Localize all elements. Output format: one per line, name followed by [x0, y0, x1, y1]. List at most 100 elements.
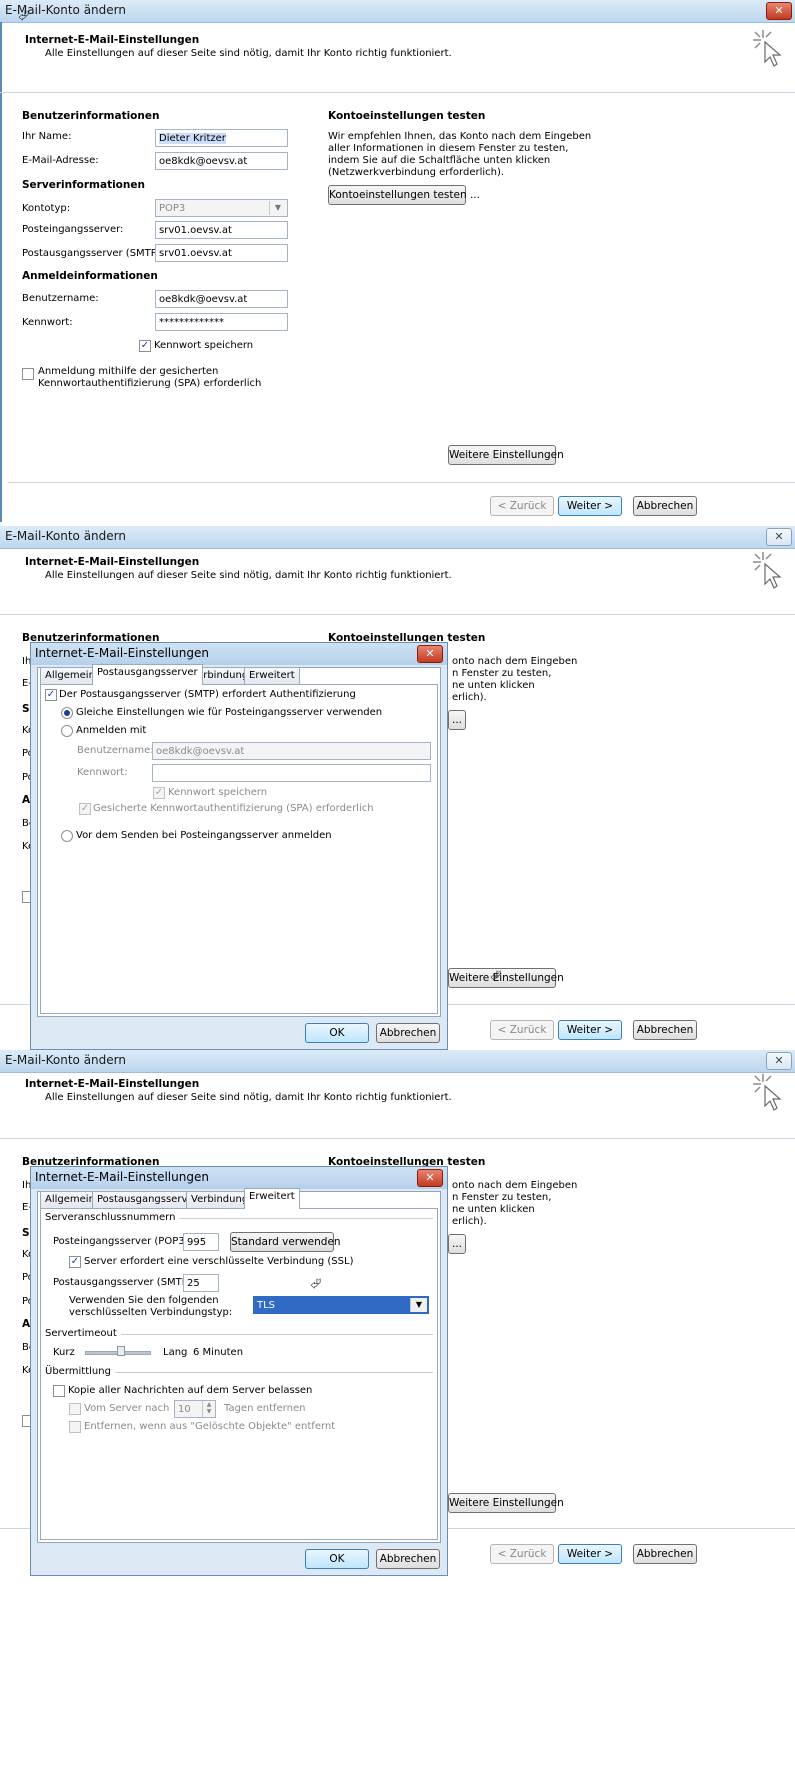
- test-description-3: ne unten klicken: [452, 680, 535, 691]
- back-button[interactable]: < Zurück: [490, 496, 554, 516]
- delivery-group-label: Übermittlung: [45, 1366, 115, 1377]
- timeout-group-label: Servertimeout: [45, 1328, 121, 1339]
- cancel-button[interactable]: Abbrechen: [633, 1020, 697, 1040]
- name-field[interactable]: Dieter Kritzer: [155, 129, 288, 147]
- remove-after-label: Vom Server nach: [84, 1403, 170, 1414]
- close-icon[interactable]: ✕: [766, 1052, 792, 1070]
- password-label: Kennwort:: [22, 317, 73, 328]
- server-info-heading: Serverinformationen: [22, 179, 145, 191]
- more-settings-button[interactable]: Weitere Einstellungen: [448, 968, 564, 988]
- encryption-type-select[interactable]: TLS ▼: [253, 1296, 429, 1314]
- cancel-button[interactable]: Abbrechen: [633, 1544, 697, 1564]
- dialog-body: Allgemein Postausgangsserver Verbindung …: [37, 664, 441, 1017]
- outgoing-remember-checkbox: ✓: [153, 787, 165, 799]
- more-settings-button[interactable]: Weitere Einstellungen: [448, 445, 564, 465]
- panel-account-settings: E-Mail-Konto ändern ✕ Internet-E-Mail-Ei…: [0, 0, 795, 524]
- back-button[interactable]: < Zurück: [490, 1544, 554, 1564]
- window-left-border: [0, 22, 2, 522]
- same-settings-radio[interactable]: [61, 707, 73, 719]
- cancel-button[interactable]: Abbrechen: [633, 496, 697, 516]
- page-subtitle: Alle Einstellungen auf dieser Seite sind…: [45, 48, 452, 59]
- outgoing-spa-label: Gesicherte Kennwortauthentifizierung (SP…: [93, 803, 374, 814]
- dialog-ok-button[interactable]: OK: [305, 1023, 369, 1043]
- outgoing-server-label: Postausgangsserver (SMTP):: [22, 248, 165, 259]
- dialog-title: Internet-E-Mail-Einstellungen: [35, 1170, 209, 1184]
- days-suffix-label: Tagen entfernen: [224, 1403, 306, 1414]
- login-with-label: Anmelden mit: [76, 725, 147, 736]
- incoming-server-field[interactable]: srv01.oevsv.at: [155, 221, 288, 239]
- email-field[interactable]: oe8kdk@oevsv.at: [155, 152, 288, 170]
- window-titlebar: E-Mail-Konto ändern ✕: [0, 526, 795, 549]
- requires-auth-checkbox[interactable]: ✓: [45, 689, 57, 701]
- encryption-label-line1: Verwenden Sie den folgenden: [69, 1295, 219, 1306]
- window-title: E-Mail-Konto ändern: [5, 529, 126, 543]
- window-title: E-Mail-Konto ändern: [5, 1053, 126, 1067]
- smtp-port-field[interactable]: 25: [183, 1274, 219, 1292]
- header-separator: [0, 92, 795, 93]
- days-value: 10: [178, 1404, 191, 1415]
- next-button[interactable]: Weiter >: [558, 1020, 622, 1040]
- account-type-label: Kontotyp:: [22, 203, 71, 214]
- dialog-cancel-button[interactable]: Abbrechen: [376, 1549, 440, 1569]
- timeout-slider-thumb[interactable]: [117, 1346, 125, 1356]
- next-button[interactable]: Weiter >: [558, 496, 622, 516]
- back-button[interactable]: < Zurück: [490, 1020, 554, 1040]
- close-icon[interactable]: ✕: [766, 528, 792, 546]
- tab-outgoing-server[interactable]: Postausgangsserver: [92, 664, 203, 685]
- window-titlebar: E-Mail-Konto ändern ✕: [0, 0, 795, 23]
- more-settings-button[interactable]: Weitere Einstellungen: [448, 1493, 564, 1513]
- remember-password-label: Kennwort speichern: [154, 340, 254, 351]
- leave-copy-checkbox[interactable]: [53, 1385, 65, 1397]
- internet-mail-settings-dialog: Internet-E-Mail-Einstellungen ✕ Allgemei…: [30, 642, 448, 1050]
- before-send-radio[interactable]: [61, 830, 73, 842]
- mouse-pointer-icon: ⮰: [18, 8, 30, 24]
- outgoing-spa-checkbox: ✓: [79, 803, 91, 815]
- test-description-1: Wir empfehlen Ihnen, das Konto nach dem …: [328, 131, 592, 142]
- chevron-down-icon: ▼: [269, 201, 286, 215]
- panel-advanced: E-Mail-Konto ändern ✕ Internet-E-Mail-Ei…: [0, 1050, 795, 1778]
- dialog-titlebar: Internet-E-Mail-Einstellungen ✕: [31, 643, 447, 665]
- username-field[interactable]: oe8kdk@oevsv.at: [155, 290, 288, 308]
- header-separator: [0, 1138, 795, 1139]
- password-field[interactable]: *************: [155, 313, 288, 331]
- close-icon[interactable]: ✕: [766, 2, 792, 20]
- dialog-titlebar: Internet-E-Mail-Einstellungen ✕: [31, 1167, 447, 1189]
- mouse-pointer-icon: ⮰: [490, 968, 502, 984]
- test-description-2: aller Informationen in diesem Fenster zu…: [328, 143, 569, 154]
- pop3-port-label: Posteingangsserver (POP3):: [53, 1236, 192, 1247]
- dialog-close-icon[interactable]: ✕: [417, 1169, 443, 1187]
- before-send-label: Vor dem Senden bei Posteingangsserver an…: [76, 830, 332, 841]
- timeout-value: 6 Minuten: [193, 1347, 244, 1358]
- tab-advanced[interactable]: Erweitert: [244, 667, 300, 684]
- test-settings-button[interactable]: ...: [448, 710, 466, 730]
- ssl-checkbox[interactable]: ✓: [69, 1256, 81, 1268]
- pop3-port-field[interactable]: 995: [183, 1233, 219, 1251]
- outgoing-username-label: Benutzername:: [77, 745, 154, 756]
- spa-checkbox[interactable]: [22, 368, 34, 380]
- requires-auth-label: Der Postausgangsserver (SMTP) erfordert …: [59, 689, 356, 700]
- outgoing-password-field: [152, 764, 431, 782]
- test-description-4: (Netzwerkverbindung erforderlich).: [328, 167, 505, 178]
- dialog-cancel-button[interactable]: Abbrechen: [376, 1023, 440, 1043]
- test-description-4: erlich).: [452, 1216, 487, 1227]
- tab-general[interactable]: Allgemein: [40, 1191, 100, 1208]
- dialog-ok-button[interactable]: OK: [305, 1549, 369, 1569]
- next-button[interactable]: Weiter >: [558, 1544, 622, 1564]
- encryption-type-value: TLS: [257, 1300, 276, 1311]
- same-settings-label: Gleiche Einstellungen wie für Posteingan…: [76, 707, 383, 718]
- page-title: Internet-E-Mail-Einstellungen: [25, 1078, 200, 1090]
- ssl-label: Server erfordert eine verschlüsselte Ver…: [84, 1256, 354, 1267]
- tab-advanced[interactable]: Erweitert: [244, 1188, 300, 1209]
- tab-general[interactable]: Allgemein: [40, 667, 100, 684]
- name-value: Dieter Kritzer: [159, 133, 226, 144]
- login-with-radio[interactable]: [61, 725, 73, 737]
- spa-label-line2: Kennwortauthentifizierung (SPA) erforder…: [38, 378, 262, 389]
- outgoing-server-field[interactable]: srv01.oevsv.at: [155, 244, 288, 262]
- use-default-button[interactable]: Standard verwenden: [230, 1232, 341, 1252]
- test-settings-button[interactable]: ...: [448, 1234, 466, 1254]
- dialog-close-icon[interactable]: ✕: [417, 645, 443, 663]
- test-settings-button[interactable]: Kontoeinstellungen testen ...: [328, 185, 480, 205]
- wizard-cursor-icon: [753, 1074, 782, 1111]
- remember-password-checkbox[interactable]: ✓: [139, 340, 151, 352]
- test-description-2: n Fenster zu testen,: [452, 1192, 552, 1203]
